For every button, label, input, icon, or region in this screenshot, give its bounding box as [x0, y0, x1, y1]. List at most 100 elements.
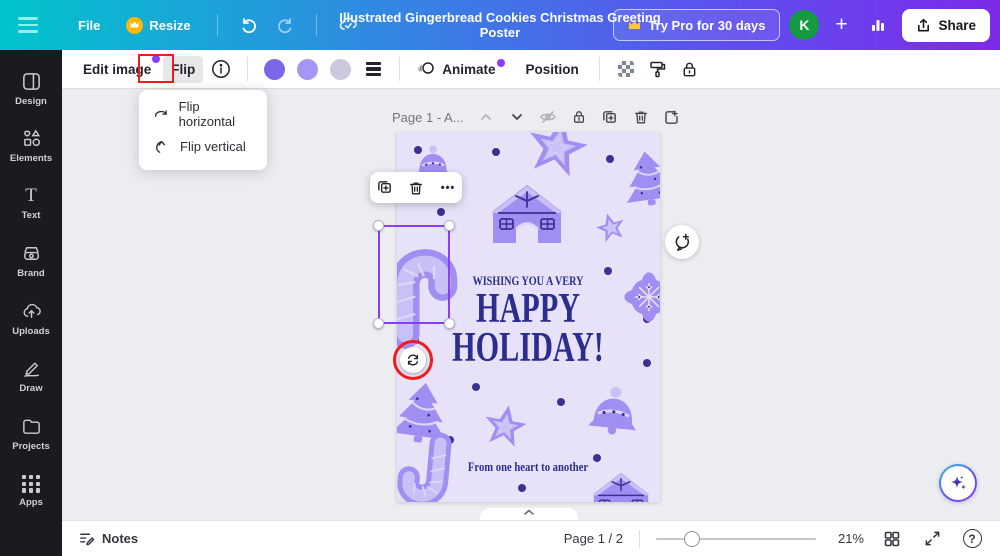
file-label: File	[78, 17, 101, 33]
design-icon	[22, 72, 40, 90]
text-icon: T	[25, 185, 37, 207]
try-pro-label: Try Pro for 30 days	[648, 17, 766, 33]
notes-icon	[80, 533, 95, 546]
candy-cane-cookie[interactable]	[407, 441, 447, 498]
rotate-handle[interactable]	[400, 347, 426, 373]
lock-icon[interactable]	[676, 55, 704, 83]
page-label[interactable]: Page 1 - A...	[392, 110, 464, 125]
apps-icon	[22, 474, 40, 493]
grid-view-icon[interactable]	[880, 527, 904, 551]
avatar[interactable]: K	[789, 10, 820, 40]
tree-cookie[interactable]	[619, 147, 660, 210]
selection-toolbar: •••	[370, 172, 462, 203]
status-bar: Notes Page 1 / 2 21% ?	[62, 520, 1000, 556]
duplicate-icon[interactable]	[599, 106, 621, 128]
sidebar-item-design[interactable]: Design	[0, 60, 62, 118]
share-label: Share	[938, 17, 976, 33]
resize-handle-top-left[interactable]	[373, 220, 384, 231]
zoom-value: 21%	[837, 531, 864, 546]
divider	[639, 529, 640, 548]
resize-label: Resize	[149, 17, 191, 33]
file-menu-button[interactable]: File	[68, 12, 110, 39]
bar-chart-icon[interactable]	[863, 10, 893, 40]
try-pro-button[interactable]: Try Pro for 30 days	[613, 9, 781, 41]
add-page-icon[interactable]	[661, 106, 683, 128]
context-toolbar: Edit image Flip Animate Position	[62, 50, 1000, 88]
animate-button[interactable]: Animate	[412, 55, 505, 83]
share-button[interactable]: Share	[902, 8, 990, 42]
flip-horizontal-icon	[154, 109, 167, 117]
lock-icon[interactable]	[568, 106, 590, 128]
divider	[247, 57, 249, 81]
star-cookie[interactable]	[592, 209, 629, 244]
brand-icon	[23, 247, 39, 261]
hamburger-icon[interactable]	[18, 12, 44, 38]
redo-icon[interactable]	[270, 10, 300, 40]
comment-add-icon	[675, 233, 689, 251]
notes-button[interactable]: Notes	[78, 530, 138, 547]
sidebar-item-brand[interactable]: Brand	[0, 233, 62, 291]
menu-item-flip-horizontal[interactable]: Flip horizontal	[139, 98, 267, 130]
info-icon[interactable]	[207, 55, 235, 83]
color-swatch-2[interactable]	[297, 58, 319, 80]
line-weight-icon[interactable]	[359, 55, 387, 83]
add-member-button[interactable]: +	[828, 10, 854, 40]
delete-icon[interactable]	[403, 176, 429, 200]
edit-image-button[interactable]: Edit image	[75, 54, 161, 83]
help-icon[interactable]: ?	[960, 527, 984, 551]
resize-button[interactable]: Resize	[116, 11, 200, 40]
sidebar-item-elements[interactable]: Elements	[0, 118, 62, 176]
star-cookie[interactable]	[522, 132, 594, 180]
poster-footer-text: From one heart to another	[468, 460, 588, 474]
sidebar: Design Elements T Text Brand Uploads Dra…	[0, 50, 62, 556]
chevron-up-icon	[524, 509, 534, 515]
flip-dropdown-menu: Flip horizontal Flip vertical	[139, 90, 267, 170]
candy-cane-cookie-selected[interactable]	[397, 263, 443, 334]
poster-text-block[interactable]: WISHING YOU A VERY HAPPY HOLIDAY! From o…	[452, 274, 604, 474]
transparency-icon[interactable]	[612, 55, 640, 83]
add-comment-button[interactable]	[665, 225, 699, 259]
chevron-down-icon[interactable]	[506, 106, 528, 128]
zoom-slider-thumb[interactable]	[684, 530, 700, 547]
sidebar-item-draw[interactable]: Draw	[0, 348, 62, 406]
position-button[interactable]: Position	[518, 56, 587, 83]
delete-icon[interactable]	[630, 106, 652, 128]
canva-assistant-button[interactable]	[939, 464, 977, 502]
page-controls: Page 1 - A...	[392, 106, 683, 128]
notification-dot	[496, 58, 505, 67]
snowflake-cookie[interactable]	[623, 271, 660, 323]
divider	[598, 57, 600, 81]
sidebar-item-projects[interactable]: Projects	[0, 405, 62, 463]
house-cookie[interactable]	[489, 183, 565, 245]
undo-icon[interactable]	[234, 10, 264, 40]
expand-panel-tab[interactable]	[480, 508, 578, 520]
house-cookie[interactable]	[591, 471, 651, 502]
crown-icon	[629, 20, 641, 29]
hide-icon[interactable]	[537, 106, 559, 128]
resize-handle-top-right[interactable]	[444, 220, 455, 231]
zoom-slider[interactable]	[656, 530, 816, 547]
canva-editor: File Resize Illustrated Gingerbread Cook…	[0, 0, 1000, 556]
rotate-icon	[407, 354, 419, 366]
menu-item-flip-vertical[interactable]: Flip vertical	[139, 130, 267, 162]
sidebar-item-text[interactable]: T Text	[0, 175, 62, 233]
divider	[399, 57, 401, 81]
page-indicator: Page 1 / 2	[563, 531, 623, 546]
bell-cookie[interactable]	[586, 382, 642, 439]
chevron-up-icon[interactable]	[475, 106, 497, 128]
paint-roller-icon[interactable]	[644, 55, 672, 83]
divider	[315, 14, 317, 36]
flip-button[interactable]: Flip	[163, 55, 204, 83]
color-swatch-1[interactable]	[264, 58, 286, 80]
elements-icon	[23, 129, 40, 147]
resize-handle-bottom-right[interactable]	[444, 318, 455, 329]
sidebar-item-apps[interactable]: Apps	[0, 463, 62, 521]
resize-handle-bottom-left[interactable]	[373, 318, 384, 329]
draw-icon	[23, 362, 39, 378]
sidebar-item-uploads[interactable]: Uploads	[0, 290, 62, 348]
color-swatch-3[interactable]	[330, 58, 352, 80]
fullscreen-icon[interactable]	[920, 527, 944, 551]
duplicate-icon[interactable]	[371, 176, 397, 200]
more-icon[interactable]: •••	[435, 176, 461, 200]
star-cookie[interactable]	[480, 401, 531, 449]
